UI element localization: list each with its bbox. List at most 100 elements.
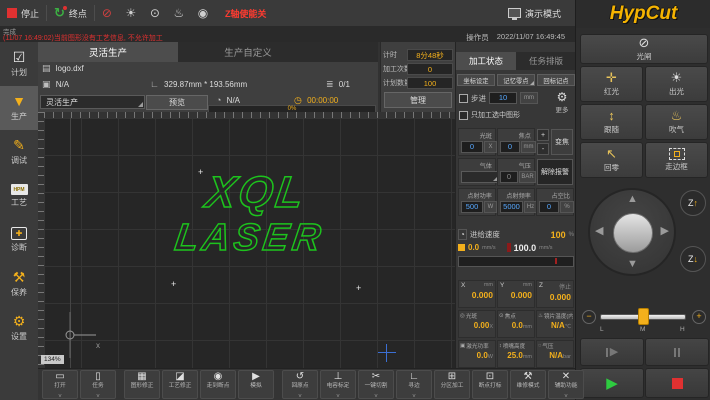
pause-button[interactable] bbox=[645, 338, 709, 366]
step-input[interactable]: 10 bbox=[489, 92, 517, 104]
run-frame-button[interactable]: 走边框 bbox=[645, 142, 708, 178]
blow-gas-button[interactable]: ♨ 吹气 bbox=[645, 104, 708, 140]
task-button[interactable]: ▯任务 bbox=[80, 370, 116, 399]
focus-minus-button[interactable]: - bbox=[537, 143, 549, 155]
graphic-correction-button[interactable]: ▦图形修正 bbox=[124, 370, 160, 399]
sidebar-item-plan[interactable]: ☑ 计划 bbox=[0, 42, 38, 86]
slider-handle[interactable] bbox=[638, 308, 649, 325]
jog-down-button[interactable]: ▼ bbox=[627, 259, 638, 270]
step-label: 步进 bbox=[471, 93, 486, 104]
sidebar-item-diagnosis[interactable]: ✚ 诊断 bbox=[0, 218, 38, 262]
z-down-button[interactable]: Z↓ bbox=[680, 246, 706, 272]
feed-speed-slider[interactable] bbox=[458, 256, 574, 267]
edge-finding-button[interactable]: ∟寻边 bbox=[396, 370, 432, 399]
sidebar-item-maintenance[interactable]: ⚒ 保养 bbox=[0, 262, 38, 306]
process-folder-icon: HPM bbox=[11, 184, 28, 195]
tab-machining-status[interactable]: 加工状态 bbox=[456, 52, 516, 70]
emit-light-button[interactable]: ☀ 出光 bbox=[645, 66, 708, 102]
clear-alarm-button[interactable]: 解除报警 bbox=[537, 159, 573, 185]
jog-center-knob[interactable] bbox=[613, 213, 653, 253]
breakpoint-marking-button[interactable]: ⊡断点打标 bbox=[472, 370, 508, 399]
gear-icon: ⚙ bbox=[550, 90, 574, 104]
vertical-ruler bbox=[38, 112, 44, 368]
frame-icon bbox=[669, 148, 685, 160]
gas-dropdown[interactable] bbox=[461, 171, 500, 183]
tab-task-layout[interactable]: 任务排版 bbox=[516, 52, 576, 70]
jog-up-button[interactable]: ▲ bbox=[627, 194, 638, 205]
z-up-button[interactable]: Z↑ bbox=[680, 190, 706, 216]
eraser-icon: ◪ bbox=[175, 371, 184, 383]
start-button[interactable]: ▶ bbox=[580, 368, 644, 398]
only-selected-row: 只加工选中图形 bbox=[459, 110, 520, 120]
red-light-button[interactable]: ✛ 红光 bbox=[580, 66, 643, 102]
home-icon: ↖ bbox=[606, 147, 617, 161]
feed-speed-section: ◔ 进给速度 100 % 0.0 mm/s 100.0 mm/s bbox=[458, 228, 574, 272]
zone-machining-button[interactable]: ⊞分区加工 bbox=[434, 370, 470, 399]
memory-zero-button[interactable]: 记忆零点 bbox=[497, 74, 535, 86]
shutter-button[interactable]: ⊘ 光闸 bbox=[580, 34, 708, 64]
sidebar-item-process[interactable]: HPM 工艺 bbox=[0, 174, 38, 218]
endpoint-button[interactable]: ↻ 终点 bbox=[47, 0, 94, 26]
capacitance-calibration-button[interactable]: ⊥电容标定 bbox=[320, 370, 356, 399]
one-key-cut-button[interactable]: ✂一键切割 bbox=[358, 370, 394, 399]
slider-plus-button[interactable]: + bbox=[692, 310, 706, 324]
stop-label: 停止 bbox=[21, 7, 39, 20]
demo-mode-button[interactable]: 演示模式 bbox=[508, 0, 561, 26]
scissors-icon: ✂ bbox=[372, 371, 380, 383]
count-value: 0 bbox=[407, 63, 453, 75]
alarm-toggle-icon[interactable]: ◉ bbox=[191, 4, 215, 22]
return-mark-point-button[interactable]: 回标记点 bbox=[537, 74, 575, 86]
sidebar-item-production[interactable]: ▼ 生产 bbox=[0, 86, 38, 130]
follow-toggle-icon[interactable]: ⊙ bbox=[143, 4, 167, 22]
tab-flexible-production[interactable]: 灵活生产 bbox=[38, 42, 178, 62]
bottom-toolbar: ▭打开 ▯任务 ▦图形修正 ◪工艺修正 ◉走到断点 ▶模拟 ↺回原点 ⊥电容标定… bbox=[38, 368, 575, 400]
mode-dropdown[interactable]: 灵活生产 bbox=[40, 95, 145, 109]
laser-toggle-icon[interactable]: ☀ bbox=[119, 4, 143, 22]
burst-frequency-input[interactable]: 5000 bbox=[500, 201, 523, 213]
maintenance-icon: ⚒ bbox=[13, 270, 26, 285]
goto-breakpoint-button[interactable]: ◉走到断点 bbox=[200, 370, 236, 399]
pressure-input[interactable]: 0 bbox=[500, 171, 518, 183]
burst-power-input[interactable]: 500 bbox=[461, 201, 483, 213]
auxiliary-functions-button[interactable]: ✕辅助功能 bbox=[548, 370, 584, 399]
x-coordinate-cell: Xmm 0.000 bbox=[458, 280, 496, 308]
z-axis-warning: Z轴使能关 bbox=[225, 7, 267, 20]
focus-plus-button[interactable]: + bbox=[537, 129, 549, 141]
plan-value[interactable]: 100 bbox=[407, 77, 453, 89]
blow-toggle-icon[interactable]: ♨ bbox=[167, 4, 191, 22]
preview-button[interactable]: 预览 bbox=[146, 95, 208, 110]
spot-input[interactable]: 0 bbox=[461, 141, 483, 153]
stop-button[interactable]: 停止 bbox=[0, 0, 46, 26]
shutter-toggle-icon[interactable]: ⊘ bbox=[95, 4, 119, 22]
simulate-button[interactable]: ▶模拟 bbox=[238, 370, 274, 399]
monitor-spot-cell: ◎光斑 0.00X bbox=[458, 310, 496, 338]
maintenance-mode-button[interactable]: ⚒维修模式 bbox=[510, 370, 546, 399]
speed-gear-slider: − + L M H bbox=[576, 308, 710, 334]
step-checkbox[interactable] bbox=[459, 94, 468, 103]
focus-input[interactable]: 0 bbox=[500, 141, 520, 153]
slider-minus-button[interactable]: − bbox=[582, 310, 596, 324]
open-button[interactable]: ▭打开 bbox=[42, 370, 78, 399]
process-correction-button[interactable]: ◪工艺修正 bbox=[162, 370, 198, 399]
zoom-focus-button[interactable]: 变焦 bbox=[551, 129, 573, 155]
jog-left-button[interactable]: ◀ bbox=[595, 226, 603, 237]
jog-right-button[interactable]: ▶ bbox=[661, 226, 669, 237]
sidebar-item-debug[interactable]: ✎ 调试 bbox=[0, 130, 38, 174]
stop-machining-button[interactable] bbox=[645, 368, 709, 398]
follow-button[interactable]: ↕ 跟随 bbox=[580, 104, 643, 140]
manage-button[interactable]: 管理 bbox=[384, 92, 452, 108]
step-run-button[interactable]: ▶ bbox=[580, 338, 644, 366]
sidebar: ☑ 计划 ▼ 生产 ✎ 调试 HPM 工艺 ✚ 诊断 ⚒ 保养 ⚙ 设置 bbox=[0, 42, 38, 400]
home-button[interactable]: ↖ 回零 bbox=[580, 142, 643, 178]
more-button[interactable]: ⚙ 更多 bbox=[550, 90, 574, 114]
power-icon: ▣ bbox=[460, 343, 465, 349]
jog-pad[interactable]: ▲ ▼ ◀ ▶ bbox=[588, 188, 676, 276]
only-selected-checkbox[interactable] bbox=[459, 111, 468, 120]
duty-cycle-input[interactable]: 0 bbox=[539, 201, 559, 213]
set-coordinates-button[interactable]: 坐标设定 bbox=[457, 74, 495, 86]
production-tabs: 灵活生产 生产自定义 bbox=[38, 42, 378, 62]
tab-custom-production[interactable]: 生产自定义 bbox=[178, 42, 318, 62]
drawing-canvas[interactable]: XQL LASER + + + x 134% bbox=[38, 112, 455, 368]
sidebar-item-settings[interactable]: ⚙ 设置 bbox=[0, 306, 38, 350]
return-origin-button[interactable]: ↺回原点 bbox=[282, 370, 318, 399]
